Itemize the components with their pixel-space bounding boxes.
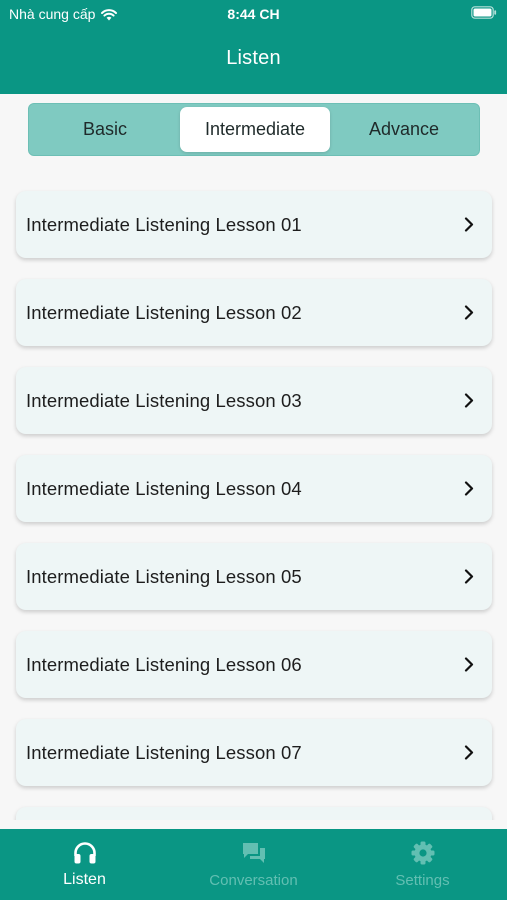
chevron-right-icon (464, 217, 474, 232)
bottom-tab-bar: Listen Conversation Settings (0, 829, 507, 900)
lesson-label: Intermediate Listening Lesson 03 (26, 390, 302, 411)
lesson-item[interactable]: Intermediate Listening Lesson 06 (16, 631, 492, 698)
tab-label: Settings (395, 872, 450, 889)
headphones-icon (74, 842, 96, 864)
lesson-label: Intermediate Listening Lesson 01 (26, 214, 302, 235)
lesson-item[interactable]: Intermediate Listening Lesson 07 (16, 719, 492, 786)
lesson-label: Intermediate Listening Lesson 04 (26, 478, 302, 499)
chevron-right-icon (464, 393, 474, 408)
status-bar: Nhà cung cấp 8:44 CH (0, 0, 507, 28)
lesson-item[interactable]: Intermediate Listening Lesson 04 (16, 455, 492, 522)
lesson-label: Intermediate Listening Lesson 05 (26, 566, 302, 587)
app-header: Nhà cung cấp 8:44 CH Listen (0, 0, 507, 94)
lesson-label: Intermediate Listening Lesson 02 (26, 302, 302, 323)
lesson-item[interactable]: Intermediate Listening Lesson 01 (16, 191, 492, 258)
chevron-right-icon (464, 481, 474, 496)
lesson-item[interactable]: Intermediate Listening Lesson 05 (16, 543, 492, 610)
segment-advance[interactable]: Advance (329, 104, 479, 155)
lesson-label: Intermediate Listening Lesson 06 (26, 654, 302, 675)
gear-icon (411, 841, 435, 865)
battery-icon (471, 6, 497, 19)
segment-intermediate[interactable]: Intermediate (180, 107, 330, 152)
tab-label: Listen (63, 871, 106, 888)
lesson-item-partial[interactable] (16, 807, 492, 820)
tab-listen[interactable]: Listen (0, 829, 169, 900)
segment-basic[interactable]: Basic (29, 104, 181, 155)
status-time: 8:44 CH (227, 6, 280, 22)
lesson-item[interactable]: Intermediate Listening Lesson 02 (16, 279, 492, 346)
chevron-right-icon (464, 569, 474, 584)
chevron-right-icon (464, 305, 474, 320)
chevron-right-icon (464, 745, 474, 760)
chat-bubbles-icon (243, 843, 265, 863)
level-segmented-control: Basic Intermediate Advance (28, 103, 480, 156)
page-title: Listen (226, 47, 281, 69)
tab-settings[interactable]: Settings (338, 829, 507, 900)
chevron-right-icon (464, 657, 474, 672)
tab-label: Conversation (209, 872, 298, 889)
lesson-item[interactable]: Intermediate Listening Lesson 03 (16, 367, 492, 434)
lesson-label: Intermediate Listening Lesson 07 (26, 742, 302, 763)
tab-conversation[interactable]: Conversation (169, 829, 338, 900)
